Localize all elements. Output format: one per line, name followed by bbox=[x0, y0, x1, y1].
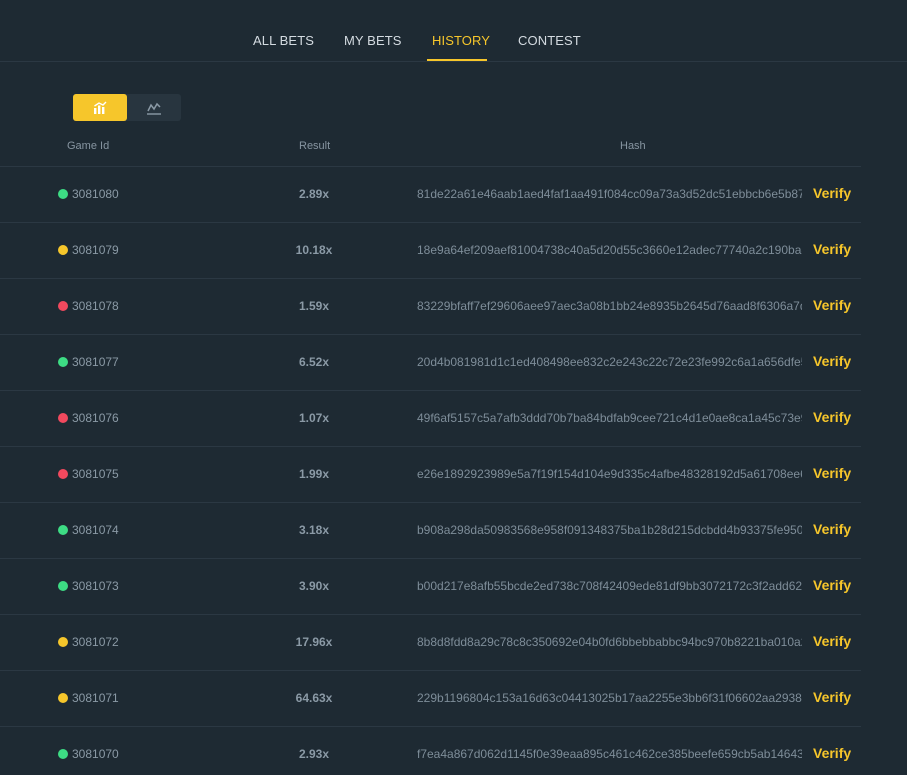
game-id: 3081075 bbox=[72, 467, 119, 481]
table-row: 3081080 2.89x 81de22a61e46aab1aed4faf1aa49… bbox=[0, 166, 861, 222]
result-multiplier: 1.59x bbox=[298, 299, 330, 313]
tab-all-bets[interactable]: ALL BETS bbox=[253, 33, 314, 48]
table-row: 3081076 1.07x 49f6af5157c5a7afb3ddd70b7ba8… bbox=[0, 390, 861, 446]
verify-button[interactable]: Verify bbox=[813, 241, 851, 257]
game-id: 3081070 bbox=[72, 747, 119, 761]
game-id: 3081076 bbox=[72, 411, 119, 425]
game-hash: f7ea4a867d062d1145f0e39eaa895c461c462ce3… bbox=[417, 747, 802, 761]
verify-button[interactable]: Verify bbox=[813, 745, 851, 761]
game-hash: 8b8d8fdd8a29c78c8c350692e04b0fd6bbebbabb… bbox=[417, 635, 802, 649]
result-multiplier: 3.18x bbox=[298, 523, 330, 537]
result-multiplier: 2.93x bbox=[298, 747, 330, 761]
bar-chart-icon bbox=[94, 101, 107, 114]
game-hash: e26e1892923989e5a7f19f154d104e9d335c4afb… bbox=[417, 467, 802, 481]
table-row: 3081078 1.59x 83229bfaff7ef29606aee97aec3a… bbox=[0, 278, 861, 334]
history-page: ALL BETS MY BETS HISTORY CONTEST Game Id… bbox=[0, 0, 907, 775]
table-row: 3081077 6.52x 20d4b081981d1c1ed408498ee832… bbox=[0, 334, 861, 390]
game-id: 3081073 bbox=[72, 579, 119, 593]
status-dot-icon bbox=[58, 525, 68, 535]
tab-history[interactable]: HISTORY bbox=[432, 33, 490, 48]
game-id: 3081080 bbox=[72, 187, 119, 201]
game-hash: b908a298da50983568e958f091348375ba1b28d2… bbox=[417, 523, 802, 537]
game-hash: 83229bfaff7ef29606aee97aec3a08b1bb24e893… bbox=[417, 299, 802, 313]
result-multiplier: 6.52x bbox=[298, 355, 330, 369]
table-row: 3081075 1.99x e26e1892923989e5a7f19f154d10… bbox=[0, 446, 861, 502]
status-dot-icon bbox=[58, 693, 68, 703]
verify-button[interactable]: Verify bbox=[813, 297, 851, 313]
result-multiplier: 1.99x bbox=[298, 467, 330, 481]
column-header-hash: Hash bbox=[620, 140, 646, 152]
verify-button[interactable]: Verify bbox=[813, 409, 851, 425]
bets-tabs: ALL BETS MY BETS HISTORY CONTEST bbox=[0, 0, 907, 62]
game-hash: 49f6af5157c5a7afb3ddd70b7ba84bdfab9cee72… bbox=[417, 411, 802, 425]
view-toggle bbox=[73, 94, 181, 121]
game-hash: 20d4b081981d1c1ed408498ee832c2e243c22c72… bbox=[417, 355, 802, 369]
tab-contest[interactable]: CONTEST bbox=[518, 33, 581, 48]
active-tab-indicator bbox=[427, 59, 487, 61]
status-dot-icon bbox=[58, 245, 68, 255]
game-id: 3081071 bbox=[72, 691, 119, 705]
table-row: 3081079 10.18x 18e9a64ef209aef81004738c40a… bbox=[0, 222, 861, 278]
status-dot-icon bbox=[58, 413, 68, 423]
verify-button[interactable]: Verify bbox=[813, 521, 851, 537]
history-table: 3081080 2.89x 81de22a61e46aab1aed4faf1aa49… bbox=[0, 166, 861, 775]
bar-chart-view-button[interactable] bbox=[73, 94, 127, 121]
column-header-result: Result bbox=[299, 140, 331, 152]
game-id: 3081074 bbox=[72, 523, 119, 537]
verify-button[interactable]: Verify bbox=[813, 577, 851, 593]
result-multiplier: 2.89x bbox=[298, 187, 330, 201]
status-dot-icon bbox=[58, 581, 68, 591]
status-dot-icon bbox=[58, 749, 68, 759]
result-multiplier: 10.18x bbox=[295, 243, 333, 257]
line-chart-icon bbox=[147, 102, 161, 115]
game-id: 3081078 bbox=[72, 299, 119, 313]
game-id: 3081079 bbox=[72, 243, 119, 257]
verify-button[interactable]: Verify bbox=[813, 465, 851, 481]
table-row: 3081074 3.18x b908a298da50983568e958f09134… bbox=[0, 502, 861, 558]
result-multiplier: 1.07x bbox=[298, 411, 330, 425]
table-row: 3081070 2.93x f7ea4a867d062d1145f0e39eaa89… bbox=[0, 726, 861, 775]
table-row: 3081072 17.96x 8b8d8fdd8a29c78c8c350692e04… bbox=[0, 614, 861, 670]
tab-my-bets[interactable]: MY BETS bbox=[344, 33, 402, 48]
verify-button[interactable]: Verify bbox=[813, 633, 851, 649]
line-chart-view-button[interactable] bbox=[127, 94, 181, 121]
result-multiplier: 64.63x bbox=[295, 691, 333, 705]
game-hash: b00d217e8afb55bcde2ed738c708f42409ede81d… bbox=[417, 579, 802, 593]
game-id: 3081072 bbox=[72, 635, 119, 649]
table-row: 3081073 3.90x b00d217e8afb55bcde2ed738c708… bbox=[0, 558, 861, 614]
result-multiplier: 3.90x bbox=[298, 579, 330, 593]
game-hash: 18e9a64ef209aef81004738c40a5d20d55c3660e… bbox=[417, 243, 802, 257]
verify-button[interactable]: Verify bbox=[813, 185, 851, 201]
column-header-game-id: Game Id bbox=[67, 140, 110, 152]
status-dot-icon bbox=[58, 189, 68, 199]
game-hash: 229b1196804c153a16d63c04413025b17aa2255e… bbox=[417, 691, 802, 705]
result-multiplier: 17.96x bbox=[295, 635, 333, 649]
status-dot-icon bbox=[58, 357, 68, 367]
status-dot-icon bbox=[58, 301, 68, 311]
status-dot-icon bbox=[58, 637, 68, 647]
game-id: 3081077 bbox=[72, 355, 119, 369]
game-hash: 81de22a61e46aab1aed4faf1aa491f084cc09a73… bbox=[417, 187, 802, 201]
verify-button[interactable]: Verify bbox=[813, 689, 851, 705]
table-row: 3081071 64.63x 229b1196804c153a16d63c04413… bbox=[0, 670, 861, 726]
verify-button[interactable]: Verify bbox=[813, 353, 851, 369]
status-dot-icon bbox=[58, 469, 68, 479]
